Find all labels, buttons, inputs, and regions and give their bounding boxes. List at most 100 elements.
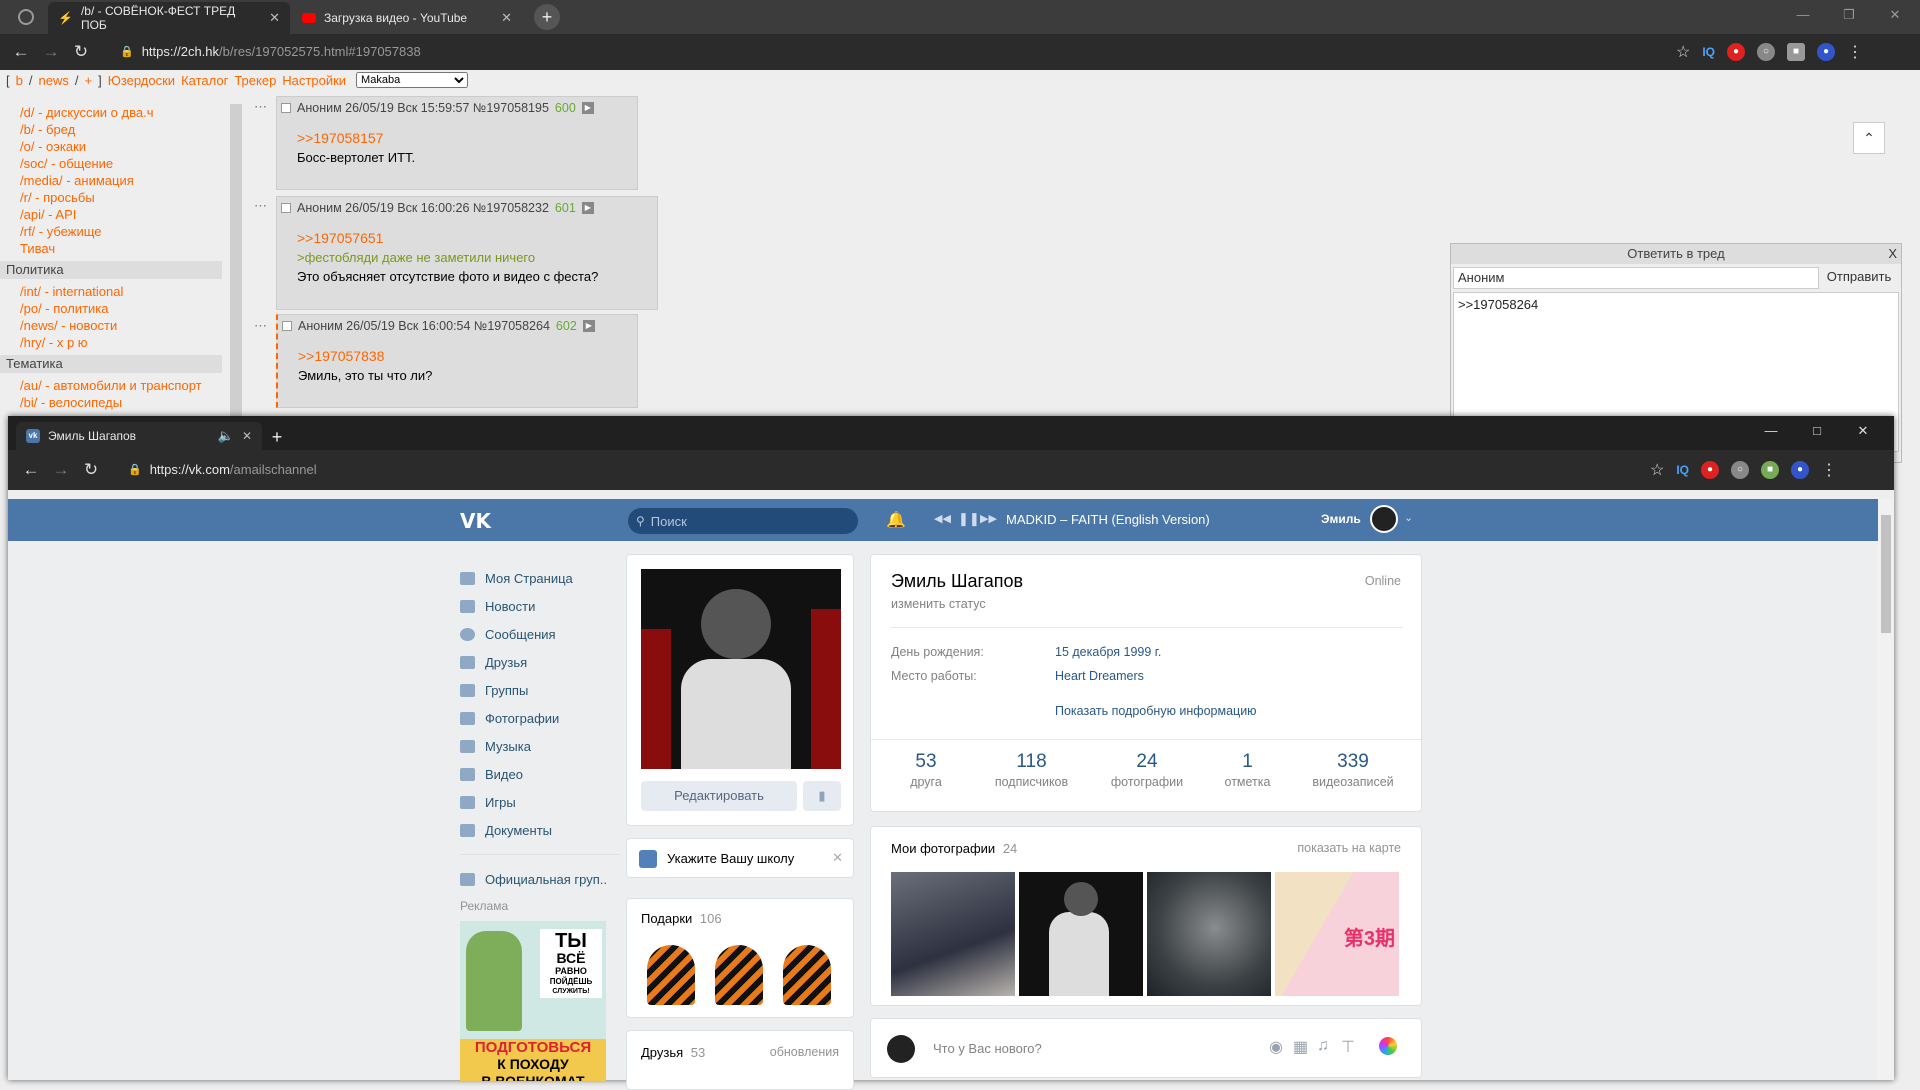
reload-icon[interactable]: ↻ xyxy=(66,42,96,62)
counter-photos[interactable]: 24 фотографии xyxy=(1102,751,1192,789)
maximize-icon[interactable]: □ xyxy=(1794,416,1840,450)
close-window-icon[interactable]: ✕ xyxy=(1840,416,1886,450)
menu-item-my-page[interactable]: Моя Страница xyxy=(460,564,620,592)
menu-item-messages[interactable]: Сообщения xyxy=(460,620,620,648)
forward-icon[interactable]: → xyxy=(36,42,66,62)
birthday-value[interactable]: 15 декабря 1999 г. xyxy=(1055,645,1161,659)
iq-extension-icon[interactable]: IQ xyxy=(1676,463,1689,477)
adblock-icon[interactable]: ● xyxy=(1727,43,1746,61)
photo-thumb[interactable]: 第3期 xyxy=(1275,872,1399,996)
work-value[interactable]: Heart Dreamers xyxy=(1055,669,1144,683)
post-checkbox[interactable] xyxy=(281,103,291,113)
play-icon[interactable]: ▶ xyxy=(581,102,594,114)
post-reply-link[interactable]: >>197057838 xyxy=(298,347,617,366)
profile-photo[interactable] xyxy=(641,569,841,769)
section-theme[interactable]: Тематика xyxy=(0,355,222,373)
friends-updates-link[interactable]: обновления xyxy=(770,1045,839,1059)
iq-extension-icon[interactable]: IQ xyxy=(1702,45,1715,59)
send-button[interactable]: Отправить xyxy=(1819,267,1899,289)
tab-vk[interactable]: vk Эмиль Шагапов 🔈 ✕ xyxy=(16,422,262,450)
tab-youtube[interactable]: Загрузка видео - YouTube ✕ xyxy=(292,2,522,34)
post-menu-icon[interactable]: ⋯ xyxy=(254,198,267,214)
menu-item-games[interactable]: Игры xyxy=(460,788,620,816)
scrollbar-thumb[interactable] xyxy=(1881,515,1891,633)
board-link[interactable]: /d/ - дискуссии о два.ч xyxy=(0,104,230,121)
board-link[interactable]: /hry/ - х р ю xyxy=(0,334,230,351)
counter-friends[interactable]: 53 друга xyxy=(891,751,961,789)
board-link[interactable]: /b/ - бред xyxy=(0,121,230,138)
photo-thumb[interactable] xyxy=(1147,872,1271,996)
board-link[interactable]: /r/ - просьбы xyxy=(0,189,230,206)
nav-link-news[interactable]: news xyxy=(38,73,68,88)
board-link[interactable]: /rf/ - убежище xyxy=(0,223,230,240)
edit-status-link[interactable]: изменить статус xyxy=(891,597,986,611)
music-icon[interactable]: ♫ xyxy=(1317,1037,1329,1055)
nav-link-settings[interactable]: Настройки xyxy=(282,73,346,88)
board-link[interactable]: /media/ - анимация xyxy=(0,172,230,189)
reply-form-header[interactable]: Ответить в тред X xyxy=(1451,244,1901,264)
camera-icon[interactable]: ◉ xyxy=(1269,1037,1283,1057)
globe-icon[interactable]: ○ xyxy=(1757,43,1776,61)
post-checkbox[interactable] xyxy=(282,321,292,331)
reload-icon[interactable]: ↻ xyxy=(76,460,106,480)
gift-item[interactable] xyxy=(647,945,695,1005)
minimize-icon[interactable]: — xyxy=(1780,0,1826,34)
browser-menu-icon[interactable] xyxy=(18,9,34,25)
section-politics[interactable]: Политика xyxy=(0,261,222,279)
name-field[interactable]: Аноним xyxy=(1453,267,1819,289)
show-more-info-link[interactable]: Показать подробную информацию xyxy=(1055,704,1257,718)
text-icon[interactable]: ⊤ xyxy=(1341,1037,1355,1057)
style-select[interactable]: Makaba xyxy=(356,72,469,88)
bell-icon[interactable]: 🔔 xyxy=(886,510,906,530)
play-icon[interactable]: ▶ xyxy=(581,202,594,214)
back-icon[interactable]: ← xyxy=(6,42,36,62)
new-post-input[interactable]: Что у Вас нового? xyxy=(933,1041,1042,1056)
board-link[interactable]: /po/ - политика xyxy=(0,300,230,317)
back-icon[interactable]: ← xyxy=(16,460,46,480)
tab-2ch[interactable]: ⚡ /b/ - СОВЁНОК-ФЕСТ ТРЕД ПОБ ✕ xyxy=(48,2,290,34)
search-input[interactable]: ⚲ Поиск xyxy=(628,508,858,534)
forward-icon[interactable]: → xyxy=(46,460,76,480)
audio-icon[interactable]: 🔈 xyxy=(218,428,234,444)
close-icon[interactable]: ✕ xyxy=(269,10,280,26)
new-tab-button[interactable]: + xyxy=(264,424,290,450)
play-icon[interactable]: ▶ xyxy=(582,320,595,332)
ad-banner[interactable]: ТЫ ВСЁ РАВНО ПОЙДЁШЬ СЛУЖИТЬ! ПОДГОТОВЬС… xyxy=(460,921,606,1081)
nav-link-plus[interactable]: + xyxy=(84,73,92,88)
chevron-down-icon[interactable]: ⌄ xyxy=(1404,511,1413,524)
menu-item-news[interactable]: Новости xyxy=(460,592,620,620)
board-link[interactable]: /api/ - API xyxy=(0,206,230,223)
new-tab-button[interactable]: + xyxy=(534,4,560,30)
menu-dots-icon[interactable]: ⋮ xyxy=(1847,42,1863,62)
board-link[interactable]: /soc/ - общение xyxy=(0,155,230,172)
pause-icon[interactable]: ❚❚ xyxy=(958,511,980,527)
post-checkbox[interactable] xyxy=(281,203,291,213)
image-extension-icon[interactable]: ■ xyxy=(1761,461,1780,479)
stats-button[interactable]: ▮ xyxy=(803,781,841,811)
star-icon[interactable]: ☆ xyxy=(1650,460,1664,480)
post-menu-icon[interactable]: ⋯ xyxy=(254,99,267,115)
next-track-icon[interactable]: ▶▶ xyxy=(980,512,997,525)
menu-item-video[interactable]: Видео xyxy=(460,760,620,788)
address-bar[interactable]: 🔒 https://vk.com/amailschannel xyxy=(128,462,317,477)
vpn-flag-icon[interactable]: ● xyxy=(1791,461,1810,479)
nav-link-b[interactable]: b xyxy=(16,73,23,88)
show-on-map-link[interactable]: показать на карте xyxy=(1297,841,1401,855)
nav-link-userboards[interactable]: Юзердоски xyxy=(108,73,175,88)
counter-videos[interactable]: 339 видеозаписей xyxy=(1303,751,1403,789)
post-reply-link[interactable]: >>197058157 xyxy=(297,129,617,148)
header-username[interactable]: Эмиль xyxy=(1321,512,1361,526)
scroll-up-button[interactable]: ⌃ xyxy=(1853,122,1885,154)
menu-item-music[interactable]: Музыка xyxy=(460,732,620,760)
board-link[interactable]: /news/ - новости xyxy=(0,317,230,334)
gifts-label[interactable]: Подарки xyxy=(641,911,692,926)
avatar[interactable] xyxy=(1370,505,1398,533)
board-link[interactable]: /au/ - автомобили и транспорт xyxy=(0,377,230,394)
school-prompt[interactable]: Укажите Вашу школу xyxy=(667,851,794,866)
edit-button[interactable]: Редактировать xyxy=(641,781,797,811)
friends-label[interactable]: Друзья xyxy=(641,1045,683,1060)
reply-form-close[interactable]: X xyxy=(1888,244,1897,264)
board-link[interactable]: /int/ - international xyxy=(0,283,230,300)
menu-item-official-group[interactable]: Официальная груп.. xyxy=(460,865,620,893)
nav-link-catalog[interactable]: Каталог xyxy=(181,73,228,88)
